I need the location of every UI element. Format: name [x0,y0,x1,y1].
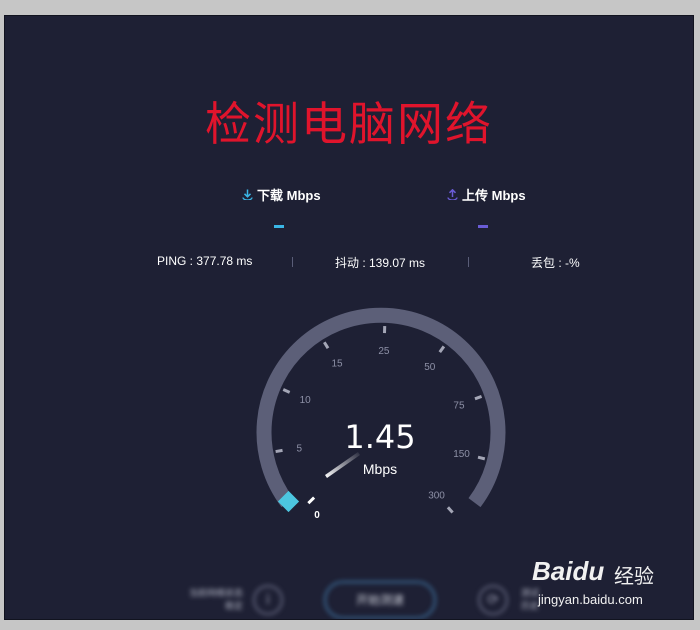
download-metric: 下载 Mbps [241,185,321,204]
upload-icon [446,189,458,201]
gauge-tick-label: 15 [331,359,343,370]
ping-stat: PING : 377.78 ms [157,254,253,268]
speed-value: 1.45 [344,418,416,456]
network-status-text: 当前网络状态 稳定 [188,588,243,611]
gauge-tick-label: 5 [296,443,302,454]
gauge-tick-label: 50 [424,362,436,373]
info-icon[interactable]: i [253,585,283,615]
gauge-tick-label: 0 [314,510,320,521]
gauge-tick-label: 75 [453,401,465,412]
gauge-tick [474,394,483,401]
upload-metric: 上传 Mbps [446,185,526,204]
watermark-url: jingyan.baidu.com [538,592,643,607]
gauge-tick-label: 300 [428,491,445,502]
gauge-tick [282,388,291,394]
stats-divider [468,257,469,267]
speedtest-panel: 检测电脑网络 下载 Mbps 上传 Mbps PING : 377.78 ms … [4,15,694,620]
start-test-button[interactable]: 开始测速 [324,581,436,619]
gauge-tick-label: 150 [453,449,470,460]
download-label: 下载 Mbps [257,188,321,203]
baidu-logo: Baidu [532,556,605,586]
gauge-tick-label: 10 [300,395,312,406]
upload-label: 上传 Mbps [462,188,526,203]
download-icon [241,189,253,201]
jingyan-logo-text: 经验 [614,564,654,588]
baidu-watermark: Baidu 经验 jingyan.baidu.com [532,548,672,612]
gauge-tick [446,506,454,514]
gauge-tick [477,455,486,461]
packet-loss-stat: 丢包 : -% [531,256,580,270]
download-value-placeholder [274,225,284,228]
history-icon[interactable]: ⟳ [478,585,508,615]
gauge-tick-zero [307,496,316,505]
speed-unit: Mbps [362,461,398,477]
stats-divider [292,257,293,267]
page-title: 检测电脑网络 [205,97,493,151]
gauge-tick [323,341,330,349]
jitter-stat: 抖动 : 139.07 ms [335,256,426,270]
gauge-tick-label: 25 [378,346,390,357]
upload-value-placeholder [478,225,488,228]
gauge-tick [275,448,283,454]
gauge-tick [438,345,446,353]
